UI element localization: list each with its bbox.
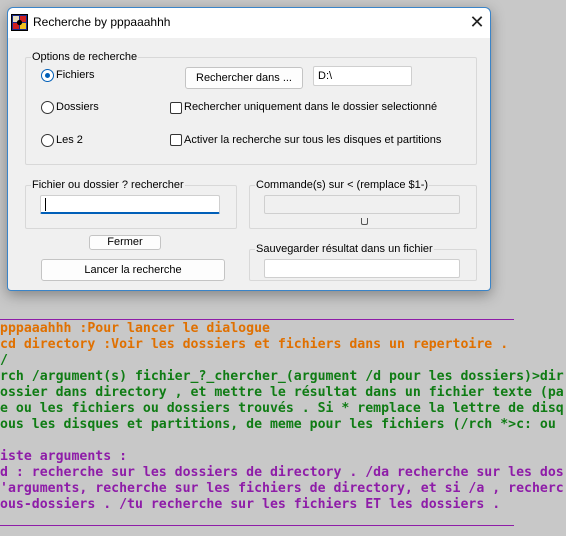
console-line: e ou les fichiers ou dossiers trouvés . … [0,401,564,416]
search-dialog: Recherche by pppaaahhh ✕ Options de rech… [7,7,491,291]
radio-files-label[interactable]: Fichiers [56,69,95,81]
path-input[interactable]: D:\ [313,66,412,86]
search-term-label: Fichier ou dossier ? rechercher [31,179,185,191]
console-divider-bottom [0,525,514,526]
console-line: rch /argument(s) fichier_?_chercher_(arg… [0,369,564,384]
console-line: cd directory :Voir les dossiers et fichi… [0,337,509,352]
all-disks-checkbox[interactable] [170,134,182,146]
title-bar[interactable]: Recherche by pppaaahhh ✕ [8,8,490,38]
save-label: Sauvegarder résultat dans un fichier [255,243,434,255]
console-divider-top [0,319,514,320]
launch-search-button[interactable]: Lancer la recherche [41,259,225,281]
console-line: ous-dossiers . /tu recherche sur les fic… [0,497,501,512]
console-line: pppaaahhh :Pour lancer le dialogue [0,321,270,336]
radio-files[interactable] [41,69,54,82]
save-file-input[interactable] [264,259,460,278]
only-selected-label[interactable]: Rechercher uniquement dans le dossier se… [184,101,437,113]
options-group-label: Options de recherche [31,51,139,63]
radio-both[interactable] [41,134,54,147]
close-button[interactable]: Fermer [89,235,161,250]
console-line: / [0,353,8,368]
close-icon[interactable]: ✕ [462,8,492,38]
browse-button[interactable]: Rechercher dans ... [185,67,303,89]
radio-both-label[interactable]: Les 2 [56,134,83,146]
app-icon [11,14,28,31]
console-line: iste arguments : [0,449,128,464]
only-selected-checkbox[interactable] [170,102,182,114]
console-line: ossier dans directory , et mettre le rés… [0,385,564,400]
radio-folders[interactable] [41,101,54,114]
all-disks-label[interactable]: Activer la recherche sur tous les disque… [184,134,441,146]
resize-grip-icon [361,218,368,225]
search-term-input[interactable] [40,195,220,214]
command-input[interactable] [264,195,460,214]
command-label: Commande(s) sur < (remplace $1-) [255,179,430,191]
window-title: Recherche by pppaaahhh [33,15,171,29]
text-caret [45,198,46,211]
console-line: ous les disques et partitions, de meme p… [0,417,556,432]
console-line: d : recherche sur les dossiers de direct… [0,465,564,480]
console-line: 'arguments, recherche sur les fichiers d… [0,481,564,496]
radio-folders-label[interactable]: Dossiers [56,101,99,113]
